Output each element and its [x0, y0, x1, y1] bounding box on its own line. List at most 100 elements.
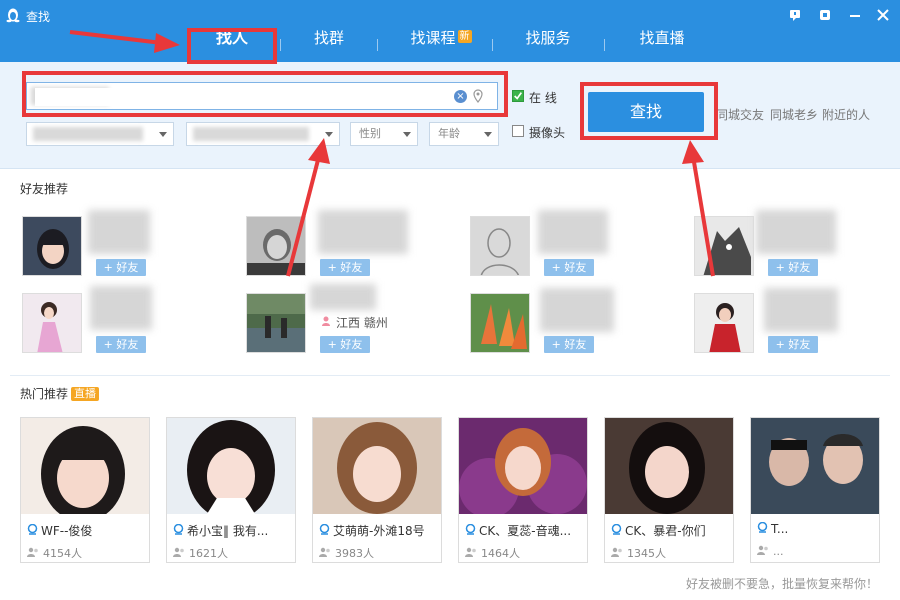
- chevron-down-icon: [159, 132, 167, 137]
- live-section-label: 热门推荐: [20, 387, 69, 401]
- tab-find-people[interactable]: 找人: [198, 30, 266, 62]
- live-name-text: T...: [771, 522, 789, 536]
- friend-avatar[interactable]: [246, 293, 306, 353]
- age-select[interactable]: 年龄: [429, 122, 499, 146]
- viewer-count: 1345人: [627, 547, 666, 560]
- people-icon: [611, 547, 622, 557]
- tab-separator: [280, 39, 281, 51]
- live-card[interactable]: CK、夏蕊-音魂... 1464人: [458, 417, 588, 563]
- camera-checkbox[interactable]: [512, 125, 524, 137]
- friend-avatar[interactable]: [694, 216, 754, 276]
- add-friend-button[interactable]: + 好友: [768, 259, 818, 276]
- people-icon: [465, 547, 476, 557]
- friend-avatar[interactable]: [22, 216, 82, 276]
- people-icon: [319, 547, 330, 557]
- people-icon: [757, 545, 768, 555]
- redacted-name: [310, 284, 376, 310]
- country-select[interactable]: [26, 122, 174, 146]
- online-label: 在 线: [529, 91, 557, 105]
- quick-link-nearby[interactable]: 附近的人: [822, 106, 870, 123]
- search-input-box[interactable]: ×: [26, 82, 498, 110]
- footer-note[interactable]: 好友被删不要急，批量恢复来帮你！: [686, 575, 878, 592]
- search-button[interactable]: 查找: [588, 92, 704, 132]
- live-card[interactable]: 艾萌萌-外滩18号 3983人: [312, 417, 442, 563]
- location-pin-icon: [757, 522, 768, 533]
- friend-avatar[interactable]: [694, 293, 754, 353]
- live-card-viewers: 1345人: [611, 545, 666, 561]
- add-friend-button[interactable]: + 好友: [320, 259, 370, 276]
- live-card[interactable]: 希小宝‖ 我有... 1621人: [166, 417, 296, 563]
- live-thumbnail: [313, 418, 441, 514]
- gender-select[interactable]: 性别: [350, 122, 418, 146]
- friend-avatar[interactable]: [246, 216, 306, 276]
- add-friend-button[interactable]: + 好友: [544, 259, 594, 276]
- chevron-down-icon: [403, 132, 411, 137]
- location-pin-icon[interactable]: [473, 89, 483, 103]
- tab-find-groups[interactable]: 找群: [298, 30, 360, 62]
- location-pin-icon: [27, 524, 38, 535]
- viewer-count: 3983人: [335, 547, 374, 560]
- redacted-name: [90, 286, 152, 330]
- feedback-icon[interactable]: [786, 6, 804, 24]
- live-thumbnail: [605, 418, 733, 514]
- live-badge: 直播: [71, 387, 100, 401]
- tab-label: 找群: [313, 29, 344, 47]
- live-card-viewers: 3983人: [319, 545, 374, 561]
- live-card-name: CK、夏蕊-音魂...: [465, 522, 585, 539]
- live-card[interactable]: WF--俊俊 4154人: [20, 417, 150, 563]
- live-card-name: WF--俊俊: [27, 522, 147, 539]
- location-pin-icon: [319, 524, 330, 535]
- live-name-text: CK、夏蕊-音魂...: [479, 524, 572, 538]
- redacted-name: [540, 288, 614, 332]
- quick-link-hometown[interactable]: 同城老乡: [770, 106, 818, 123]
- tab-find-services[interactable]: 找服务: [510, 30, 586, 62]
- minimize-icon[interactable]: [846, 6, 864, 24]
- chevron-down-icon: [325, 132, 333, 137]
- add-friend-button[interactable]: + 好友: [96, 259, 146, 276]
- tab-bar: 找人 找群 找课程新 找服务 找直播: [0, 30, 900, 62]
- friend-avatar[interactable]: [470, 293, 530, 353]
- tab-find-live[interactable]: 找直播: [624, 30, 700, 62]
- tab-find-courses[interactable]: 找课程新: [396, 30, 486, 62]
- friends-section-title: 好友推荐: [20, 182, 69, 196]
- live-card-name: 希小宝‖ 我有...: [173, 522, 293, 539]
- online-checkbox[interactable]: [512, 90, 524, 102]
- add-friend-button[interactable]: + 好友: [96, 336, 146, 353]
- search-input[interactable]: [35, 88, 445, 106]
- redacted-name: [764, 288, 838, 332]
- search-panel: × 在 线 摄像头 性别 年龄 查找 同城交友 同城老乡 附近的人: [0, 62, 900, 169]
- live-card-viewers: 4154人: [27, 545, 82, 561]
- add-friend-button[interactable]: + 好友: [544, 336, 594, 353]
- viewer-count: ...: [773, 545, 784, 558]
- live-name-text: 艾萌萌-外滩18号: [333, 524, 425, 538]
- live-card-viewers: ...: [757, 545, 784, 558]
- region-select[interactable]: [186, 122, 340, 146]
- add-friend-button[interactable]: + 好友: [320, 336, 370, 353]
- live-card-name: 艾萌萌-外滩18号: [319, 522, 439, 539]
- redacted-text: [193, 127, 309, 141]
- viewer-count: 1464人: [481, 547, 520, 560]
- redacted-name: [538, 210, 608, 254]
- chevron-down-icon: [484, 132, 492, 137]
- add-friend-button[interactable]: + 好友: [768, 336, 818, 353]
- live-name-text: WF--俊俊: [41, 524, 93, 538]
- quick-link-same-city[interactable]: 同城交友: [716, 106, 764, 123]
- live-name-text: CK、暴君-你们: [625, 524, 706, 538]
- live-card[interactable]: T... ...: [750, 417, 880, 563]
- clear-icon[interactable]: ×: [454, 90, 467, 103]
- live-thumbnail: [459, 418, 587, 514]
- close-icon[interactable]: [874, 6, 892, 24]
- friend-avatar[interactable]: [22, 293, 82, 353]
- skin-icon[interactable]: [816, 6, 834, 24]
- qq-penguin-icon: [6, 8, 20, 23]
- location-pin-icon: [465, 524, 476, 535]
- people-icon: [173, 547, 184, 557]
- friend-location: 江西 赣州: [336, 316, 388, 330]
- section-divider: [10, 375, 890, 376]
- camera-label: 摄像头: [529, 126, 566, 140]
- live-section-title: 热门推荐 直播: [20, 385, 100, 402]
- location-pin-icon: [611, 524, 622, 535]
- friend-avatar[interactable]: [470, 216, 530, 276]
- live-card[interactable]: CK、暴君-你们 1345人: [604, 417, 734, 563]
- tab-label: 找服务: [525, 29, 571, 47]
